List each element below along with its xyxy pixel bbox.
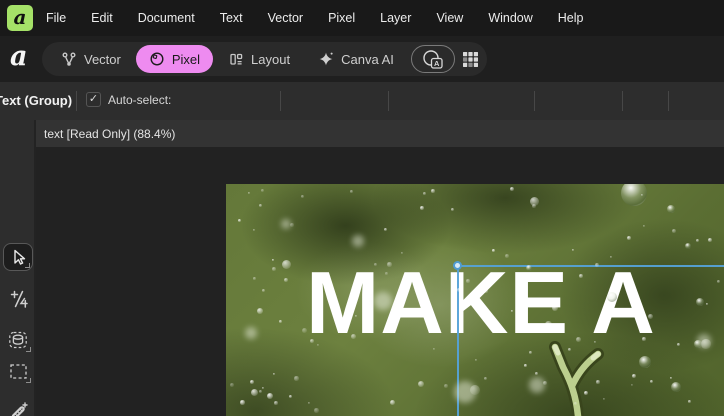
sparkle-icon [318,51,334,67]
menu-document[interactable]: Document [138,11,195,25]
persona-pixel-button[interactable]: Pixel [135,45,214,73]
vector-nodes-icon [61,51,77,67]
menu-text[interactable]: Text [220,11,243,25]
canvas-pasteboard[interactable]: MAKE A [36,147,724,416]
divider [76,91,77,111]
auto-select-label: Auto-select: [108,92,172,107]
divider [534,91,535,111]
selection-box-left-edge[interactable] [457,265,459,416]
persona-vector-button[interactable]: Vector [48,45,134,73]
menu-window[interactable]: Window [488,11,532,25]
divider [668,91,669,111]
persona-switcher: Vector Pixel Layout Canva AI [42,42,440,76]
affinity-script-logo: a [10,41,28,72]
auto-select-control: ✓ Auto-select: [86,92,171,107]
selection-corner-handle[interactable] [453,261,462,270]
divider [622,91,623,111]
divider [280,91,281,111]
app-logo-icon[interactable]: a [7,5,33,31]
tool-flyout-indicator [26,378,31,383]
menu-help[interactable]: Help [558,11,584,25]
layout-panels-icon [228,51,244,67]
canvas-photo[interactable]: MAKE A [226,184,724,416]
persona-canva-ai-button[interactable]: Canva AI [305,45,407,73]
smart-brush-tool-button[interactable] [3,397,33,416]
selection-box-top-edge[interactable] [457,265,724,267]
menu-layer[interactable]: Layer [380,11,411,25]
affinity-app-window: a File Edit Document Text Vector Pixel L… [0,0,724,416]
menu-bar: a File Edit Document Text Vector Pixel L… [0,0,724,36]
pixel-circle-icon [149,51,165,67]
selection-type-label: Text (Group) [0,93,73,108]
tool-flyout-indicator [25,263,30,268]
crop-tool-button[interactable] [3,284,33,312]
menu-items: File Edit Document Text Vector Pixel Lay… [0,11,584,25]
plus-four-icon [8,288,29,309]
persona-layout-button[interactable]: Layout [215,45,303,73]
divider [388,91,389,111]
svg-text:A: A [434,59,440,68]
selection-brush-tool-button[interactable] [3,326,33,354]
tool-flyout-indicator [26,347,31,352]
text-mode-circle-icon[interactable]: A [411,45,455,73]
document-tab-bar: text [Read Only] (88.4%) [36,120,724,147]
move-tool-button[interactable] [3,243,33,271]
menu-vector[interactable]: Vector [268,11,303,25]
marquee-select-tool-button[interactable] [3,357,33,385]
persona-bar: a Vector Pixel Layout Canva AI A [0,36,724,82]
menu-view[interactable]: View [436,11,463,25]
persona-right-tools: A [403,42,487,76]
tool-rail [0,120,36,416]
apps-grid-icon[interactable] [462,51,479,68]
menu-edit[interactable]: Edit [91,11,113,25]
canvas-headline-text: MAKE A [306,253,656,352]
document-tab[interactable]: text [Read Only] (88.4%) [36,127,175,141]
auto-select-checkbox[interactable]: ✓ [86,92,101,107]
menu-pixel[interactable]: Pixel [328,11,355,25]
menu-file[interactable]: File [46,11,66,25]
sparkle-brush-icon [7,400,29,416]
context-toolbar: Text (Group) ✓ Auto-select: [0,82,724,198]
